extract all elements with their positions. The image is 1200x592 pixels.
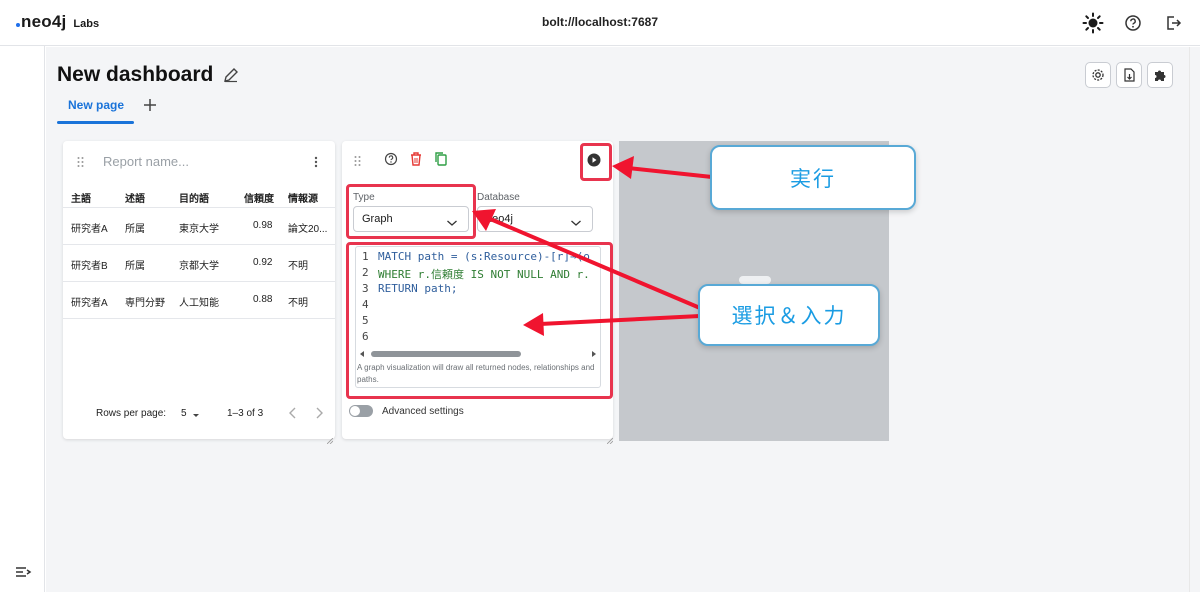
table-cell: 論文20... — [288, 224, 328, 235]
trash-icon — [411, 152, 421, 166]
advanced-settings-toggle[interactable] — [349, 405, 373, 417]
expand-sidebar-button[interactable] — [14, 564, 32, 580]
table-cell: 研究者A — [71, 224, 108, 235]
top-bar: neo4j Labs bolt://localhost:7687 — [0, 0, 1200, 46]
column-header[interactable]: 主語 — [71, 190, 91, 205]
run-button-highlight — [580, 143, 612, 181]
drag-handle-icon[interactable] — [353, 154, 363, 166]
column-header[interactable]: 述語 — [125, 190, 145, 205]
tab-new-page[interactable]: New page — [57, 94, 134, 124]
column-header[interactable]: 信頼度 — [244, 190, 274, 205]
caret-down-icon[interactable] — [191, 407, 203, 421]
page-scrollbar[interactable] — [1189, 47, 1200, 592]
type-select-highlight — [346, 184, 476, 239]
table-cell: 不明 — [288, 261, 308, 272]
chevron-down-icon — [570, 215, 582, 226]
resize-handle-icon[interactable] — [326, 431, 334, 445]
table-cell: 0.88 — [253, 294, 273, 305]
resize-handle-icon[interactable] — [606, 431, 614, 445]
select-input-callout: 選択＆入力 — [698, 284, 880, 346]
logout-icon — [1167, 16, 1182, 30]
database-value: neo4j — [486, 213, 513, 225]
previous-page-button[interactable] — [287, 406, 299, 420]
table-row[interactable]: 研究者A 所属 東京大学 0.98 論文20... — [63, 208, 335, 245]
help-circle-icon — [1125, 15, 1141, 31]
delete-report-button[interactable] — [409, 151, 425, 167]
table-cell: 所属 — [125, 224, 145, 235]
table-row[interactable]: 研究者A 専門分野 人工知能 0.88 不明 — [63, 282, 335, 319]
pencil-icon — [224, 68, 238, 83]
table-cell: 研究者A — [71, 298, 108, 309]
report-help-button[interactable] — [384, 152, 400, 168]
duplicate-report-button[interactable] — [434, 151, 450, 167]
rows-per-page-label: Rows per page: — [96, 408, 167, 419]
help-button[interactable] — [1122, 12, 1144, 34]
table-cell: 所属 — [125, 261, 145, 272]
connection-url: bolt://localhost:7687 — [541, 15, 659, 29]
copy-icon — [435, 152, 447, 166]
extensions-button[interactable] — [1147, 62, 1173, 88]
table-cell: 専門分野 — [125, 298, 165, 309]
kebab-menu-icon — [314, 156, 318, 168]
sun-icon — [1082, 12, 1104, 34]
table-cell: 京都大学 — [179, 261, 219, 272]
database-field-label: Database — [477, 192, 520, 203]
edit-title-button[interactable] — [222, 66, 240, 84]
table-cell: 不明 — [288, 298, 308, 309]
column-header[interactable]: 目的語 — [179, 190, 209, 205]
dashboard-title: New dashboard — [57, 63, 214, 86]
add-page-button[interactable] — [142, 97, 158, 113]
tab-label: New page — [68, 98, 125, 112]
next-page-button[interactable] — [313, 406, 325, 420]
table-cell: 0.92 — [253, 257, 273, 268]
advanced-settings-label: Advanced settings — [382, 406, 464, 417]
logout-button[interactable] — [1162, 12, 1184, 34]
expand-menu-icon — [16, 567, 32, 577]
rows-per-page-select[interactable]: 5 — [181, 408, 187, 419]
chevron-right-icon — [316, 407, 323, 419]
chevron-left-icon — [289, 407, 296, 419]
toggle-knob — [350, 406, 360, 416]
database-select[interactable]: neo4j — [477, 206, 593, 232]
query-editor-highlight — [346, 242, 613, 399]
plus-icon — [144, 99, 156, 111]
active-tab-indicator — [57, 121, 134, 124]
help-circle-icon — [384, 152, 398, 166]
pagination-range: 1–3 of 3 — [227, 408, 264, 419]
table-row[interactable]: 研究者B 所属 京都大学 0.92 不明 — [63, 245, 335, 282]
report-name-input[interactable]: Report name... — [103, 154, 189, 169]
theme-toggle-button[interactable] — [1082, 12, 1104, 34]
gear-icon — [1092, 69, 1104, 81]
report-card-table: Report name... 主語 述語 目的語 信頼度 情報源 研究者A 所属… — [63, 141, 335, 445]
table-cell: 東京大学 — [179, 224, 219, 235]
puzzle-icon — [1155, 70, 1166, 81]
dashboard-settings-button[interactable] — [1085, 62, 1111, 88]
left-rail — [0, 46, 45, 592]
report-menu-button[interactable] — [310, 154, 322, 170]
preview-handle — [739, 276, 771, 284]
column-header[interactable]: 情報源 — [288, 190, 318, 205]
table-cell: 研究者B — [71, 261, 108, 272]
export-dashboard-button[interactable] — [1116, 62, 1142, 88]
drag-handle-icon[interactable] — [76, 155, 86, 167]
file-export-icon — [1124, 68, 1135, 82]
table-cell: 人工知能 — [179, 298, 219, 309]
run-callout: 実行 — [710, 145, 916, 210]
table-cell: 0.98 — [253, 220, 273, 231]
